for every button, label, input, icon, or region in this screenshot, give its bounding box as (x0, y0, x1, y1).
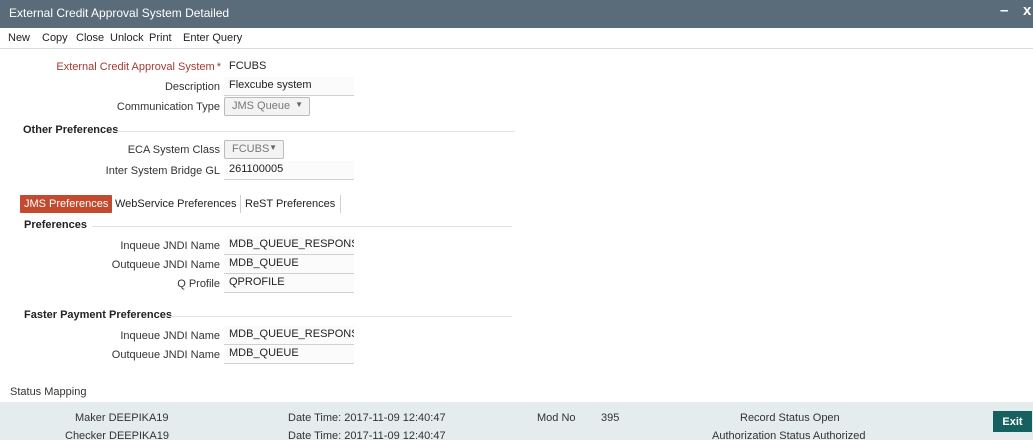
print-button[interactable]: Print (149, 32, 172, 44)
status-mapping-link[interactable]: Status Mapping (10, 386, 86, 398)
tab-separator (340, 195, 341, 213)
communication-type-label: Communication Type (116, 101, 220, 113)
tab-rest-preferences[interactable]: ReST Preferences (241, 195, 339, 213)
toolbar: New Copy Close Unlock Print Enter Query (0, 28, 1033, 49)
section-divider (115, 131, 515, 132)
checker-datetime-text: Date Time: 2017-11-09 12:40:47 (288, 430, 446, 442)
record-status-text: Record Status Open (740, 412, 840, 424)
q-profile-label: Q Profile (177, 278, 220, 290)
required-marker: * (216, 61, 221, 73)
eca-system-input[interactable]: FCUBS (224, 58, 354, 77)
tab-webservice-preferences[interactable]: WebService Preferences (111, 195, 240, 213)
unlock-button[interactable]: Unlock (110, 32, 144, 44)
communication-type-value: JMS Queue (232, 100, 291, 112)
communication-type-select[interactable]: JMS Queue ▼ (224, 97, 310, 116)
enter-query-button[interactable]: Enter Query (183, 32, 242, 44)
inter-system-bridge-gl-label: Inter System Bridge GL (105, 165, 220, 177)
eca-system-label: External Credit Approval System * (56, 61, 221, 73)
copy-button[interactable]: Copy (42, 32, 68, 44)
preferences-title: Preferences (24, 219, 87, 231)
maker-text: Maker DEEPIKA19 (75, 412, 169, 424)
close-button[interactable]: Close (76, 32, 104, 44)
mod-no-label: Mod No (537, 412, 576, 424)
eca-system-class-label: ECA System Class (127, 144, 220, 156)
new-button[interactable]: New (8, 32, 30, 44)
maker-datetime-text: Date Time: 2017-11-09 12:40:47 (288, 412, 446, 424)
minimize-icon[interactable]: – (1000, 2, 1008, 19)
fp-inqueue-jndi-name-input[interactable]: MDB_QUEUE_RESPONS (224, 326, 354, 345)
eca-system-class-select[interactable]: FCUBS ▼ (224, 140, 284, 159)
other-preferences-title: Other Preferences (23, 124, 119, 136)
title-bar: External Credit Approval System Detailed… (0, 0, 1033, 28)
outqueue-jndi-name-input[interactable]: MDB_QUEUE (224, 255, 354, 274)
eca-system-label-text: External Credit Approval System (56, 61, 215, 73)
fp-inqueue-jndi-name-label: Inqueue JNDI Name (120, 330, 220, 342)
fp-outqueue-jndi-name-input[interactable]: MDB_QUEUE (224, 345, 354, 364)
faster-payment-preferences-title: Faster Payment Preferences (24, 309, 172, 321)
chevron-down-icon: ▼ (269, 143, 277, 152)
inter-system-bridge-gl-input[interactable]: 261100005 (224, 161, 354, 180)
checker-text: Checker DEEPIKA19 (65, 430, 169, 442)
window-title: External Credit Approval System Detailed (9, 6, 230, 20)
description-input[interactable]: Flexcube system (224, 77, 354, 96)
inqueue-jndi-name-label: Inqueue JNDI Name (120, 240, 220, 252)
authorization-status-text: Authorization Status Authorized (712, 430, 866, 442)
close-icon[interactable]: x (1023, 2, 1031, 19)
eca-system-class-value: FCUBS (232, 143, 270, 155)
q-profile-input[interactable]: QPROFILE (224, 274, 354, 293)
exit-button[interactable]: Exit (993, 411, 1032, 432)
chevron-down-icon: ▼ (295, 100, 303, 109)
mod-no-value: 395 (601, 412, 620, 424)
fp-outqueue-jndi-name-label: Outqueue JNDI Name (111, 349, 220, 361)
description-label: Description (164, 81, 220, 93)
section-divider (92, 226, 512, 227)
tab-jms-preferences[interactable]: JMS Preferences (20, 195, 113, 213)
inqueue-jndi-name-input[interactable]: MDB_QUEUE_RESPONS (224, 236, 354, 255)
section-divider (168, 316, 512, 317)
outqueue-jndi-name-label: Outqueue JNDI Name (111, 259, 220, 271)
